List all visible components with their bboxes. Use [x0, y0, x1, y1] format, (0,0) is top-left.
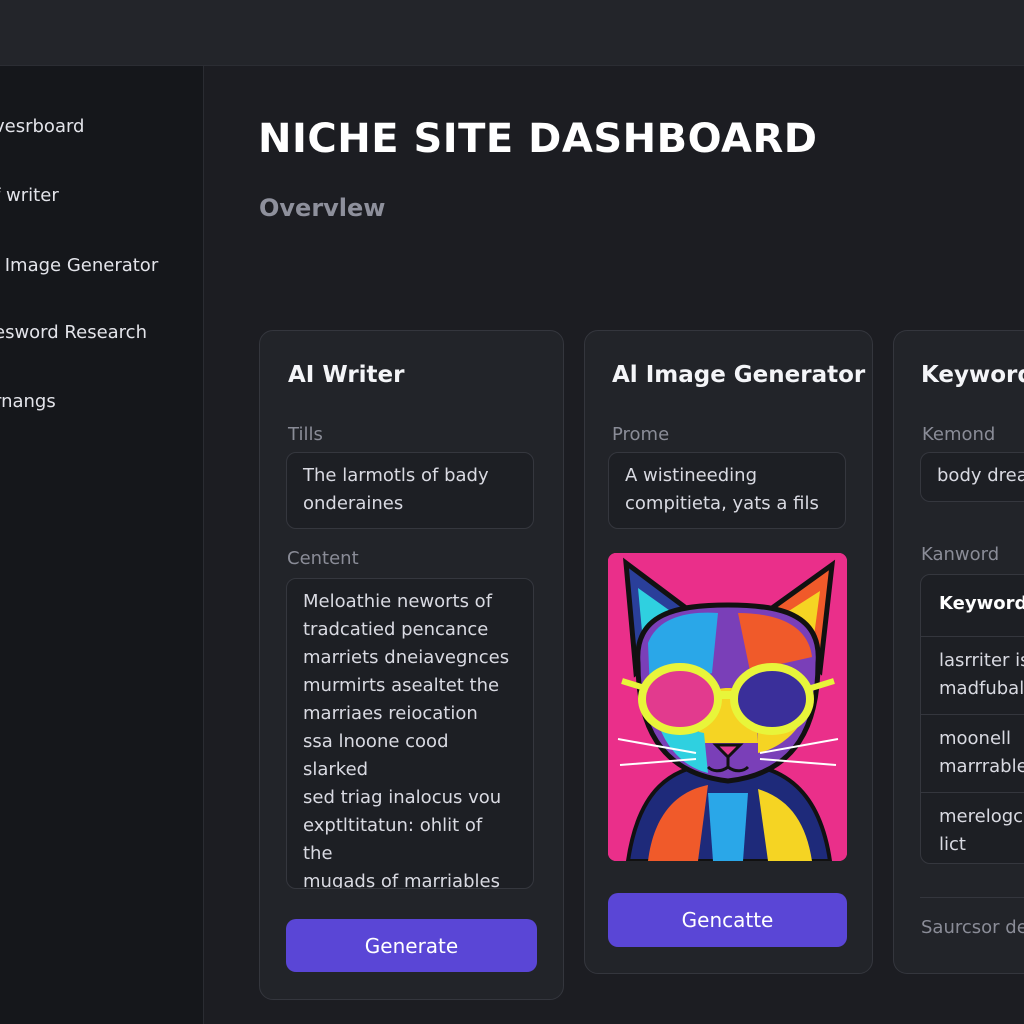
- generated-image: [608, 553, 847, 861]
- keyword-input[interactable]: body drea: [920, 452, 1024, 502]
- title-field-value: The larmotls of bady onderaines: [303, 465, 489, 514]
- keyword-table-label: Kanword: [921, 544, 1000, 565]
- keyword-field-label: Kemond: [922, 424, 996, 445]
- sidebar-item-keyword-research[interactable]: esword Research: [0, 312, 203, 352]
- keyword-input-value: body drea: [937, 465, 1024, 486]
- keyword-footer-text: Saurcsor de: [921, 917, 1024, 938]
- content-textarea-value: Meloathie neworts of tradcatied pencance…: [303, 591, 510, 889]
- prompt-field[interactable]: A wistineeding compitieta, yats a fils: [608, 452, 846, 529]
- sidebar-item-label: rnangs: [0, 390, 56, 412]
- ai-image-generator-card: Al Image Generator Prome A wistineeding …: [584, 330, 873, 974]
- content-field-label: Centent: [287, 548, 359, 569]
- card-title: Keyword: [921, 362, 1024, 388]
- section-title: Overvlew: [259, 194, 386, 222]
- table-row[interactable]: merelogc lict: [921, 793, 1024, 863]
- keyword-research-card: Keyword Kemond body drea Kanword Keyword…: [893, 330, 1024, 974]
- sidebar-item-label: f writer: [0, 184, 59, 206]
- sidebar-item-dashboard[interactable]: vesrboard: [0, 106, 203, 146]
- content-textarea[interactable]: Meloathie neworts of tradcatied pencance…: [286, 578, 534, 889]
- top-bar: [0, 0, 1024, 66]
- sidebar-item-label: vesrboard: [0, 115, 85, 137]
- sidebar: vesrboard f writer l Image Generator esw…: [0, 66, 204, 1024]
- table-row[interactable]: moonell marrrable: [921, 715, 1024, 793]
- pop-art-cat-icon: [608, 553, 847, 861]
- generate-text-button[interactable]: Generate: [286, 919, 537, 972]
- sidebar-item-label: esword Research: [0, 321, 147, 343]
- prompt-field-value: A wistineeding compitieta, yats a fils: [625, 465, 819, 514]
- card-title: AI Writer: [288, 362, 405, 388]
- title-field[interactable]: The larmotls of bady onderaines: [286, 452, 534, 529]
- card-title: Al Image Generator: [612, 362, 866, 388]
- sidebar-item-ai-writer[interactable]: f writer: [0, 175, 203, 215]
- sidebar-item-settings[interactable]: rnangs: [0, 381, 203, 421]
- keyword-table-header: Keyword a: [921, 575, 1024, 637]
- sidebar-item-label: l Image Generator: [0, 254, 159, 276]
- divider: [920, 897, 1024, 898]
- page-title: NICHE SITE DASHBOARD: [258, 116, 818, 162]
- generate-image-button[interactable]: Gencatte: [608, 893, 847, 947]
- ai-writer-card: AI Writer Tills The larmotls of bady ond…: [259, 330, 564, 1000]
- main-content: NICHE SITE DASHBOARD Overvlew AI Writer …: [205, 66, 1024, 1024]
- prompt-field-label: Prome: [612, 424, 670, 445]
- sidebar-item-image-generator[interactable]: l Image Generator: [0, 245, 203, 285]
- title-field-label: Tills: [288, 424, 323, 445]
- keyword-table: Keyword a lasrriter is madfubalr moonell…: [920, 574, 1024, 864]
- table-row[interactable]: lasrriter is madfubalr: [921, 637, 1024, 715]
